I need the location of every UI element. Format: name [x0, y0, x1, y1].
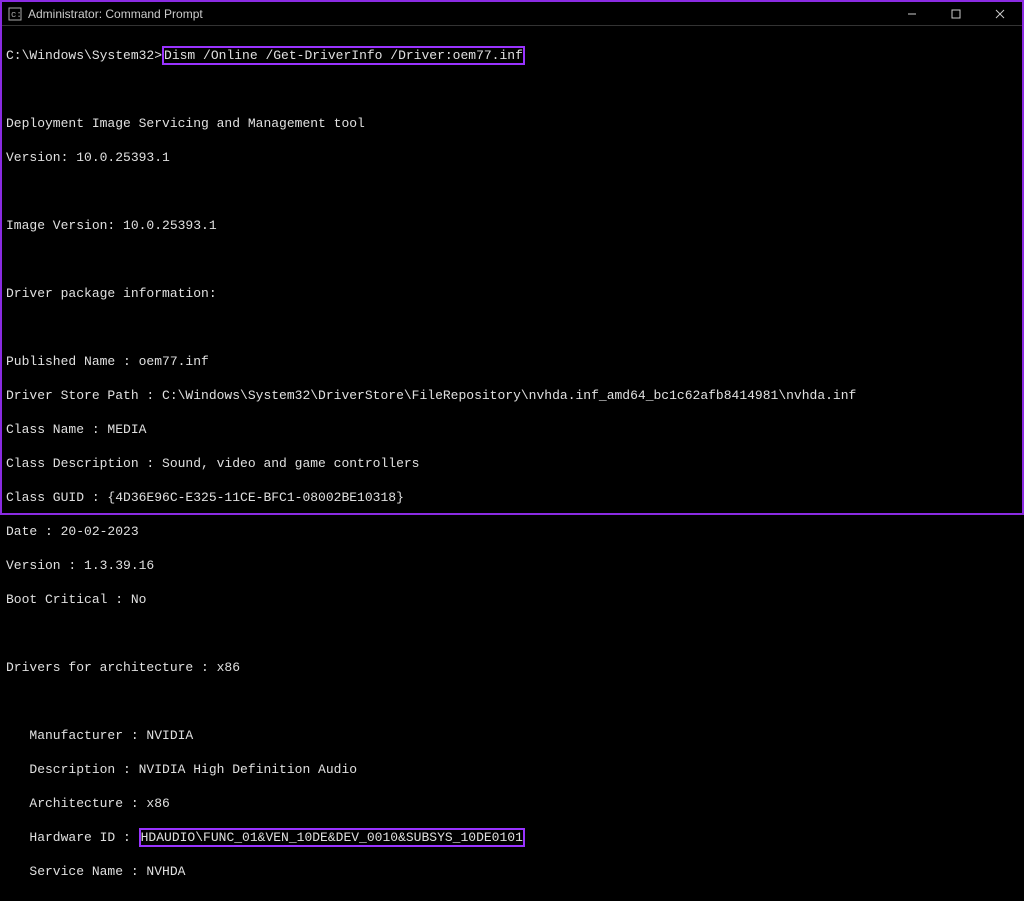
image-version: Image Version: 10.0.25393.1 [6, 217, 1018, 234]
minimize-button[interactable] [890, 2, 934, 26]
blank-line [6, 183, 1018, 200]
version: Version : 1.3.39.16 [6, 557, 1018, 574]
hardware-id-label: Hardware ID : [6, 830, 139, 845]
maximize-button[interactable] [934, 2, 978, 26]
tool-name: Deployment Image Servicing and Managemen… [6, 115, 1018, 132]
description: Description : NVIDIA High Definition Aud… [6, 761, 1018, 778]
section-header: Driver package information: [6, 285, 1018, 302]
architecture: Architecture : x86 [6, 795, 1018, 812]
service-name: Service Name : NVHDA [6, 863, 1018, 880]
class-guid: Class GUID : {4D36E96C-E325-11CE-BFC1-08… [6, 489, 1018, 506]
blank-line [6, 319, 1018, 336]
arch-header: Drivers for architecture : x86 [6, 659, 1018, 676]
blank-line [6, 625, 1018, 642]
tool-version: Version: 10.0.25393.1 [6, 149, 1018, 166]
cmd-icon: c:\ [8, 7, 22, 21]
class-name: Class Name : MEDIA [6, 421, 1018, 438]
window-controls [890, 2, 1022, 26]
date: Date : 20-02-2023 [6, 523, 1018, 540]
class-description: Class Description : Sound, video and gam… [6, 455, 1018, 472]
boot-critical: Boot Critical : No [6, 591, 1018, 608]
close-button[interactable] [978, 2, 1022, 26]
manufacturer: Manufacturer : NVIDIA [6, 727, 1018, 744]
blank-line [6, 693, 1018, 710]
driver-store-path: Driver Store Path : C:\Windows\System32\… [6, 387, 1018, 404]
prompt-line: C:\Windows\System32>Dism /Online /Get-Dr… [6, 47, 1018, 64]
command-highlight: Dism /Online /Get-DriverInfo /Driver:oem… [162, 46, 525, 65]
blank-line [6, 251, 1018, 268]
blank-line [6, 81, 1018, 98]
terminal-output[interactable]: C:\Windows\System32>Dism /Online /Get-Dr… [2, 26, 1022, 901]
svg-text:c:\: c:\ [11, 10, 22, 20]
window-title: Administrator: Command Prompt [28, 7, 890, 21]
prompt-path: C:\Windows\System32> [6, 48, 162, 63]
hardware-id-line: Hardware ID : HDAUDIO\FUNC_01&VEN_10DE&D… [6, 829, 1018, 846]
hardware-id-highlight: HDAUDIO\FUNC_01&VEN_10DE&DEV_0010&SUBSYS… [139, 828, 525, 847]
window-titlebar: c:\ Administrator: Command Prompt [2, 2, 1022, 26]
published-name: Published Name : oem77.inf [6, 353, 1018, 370]
